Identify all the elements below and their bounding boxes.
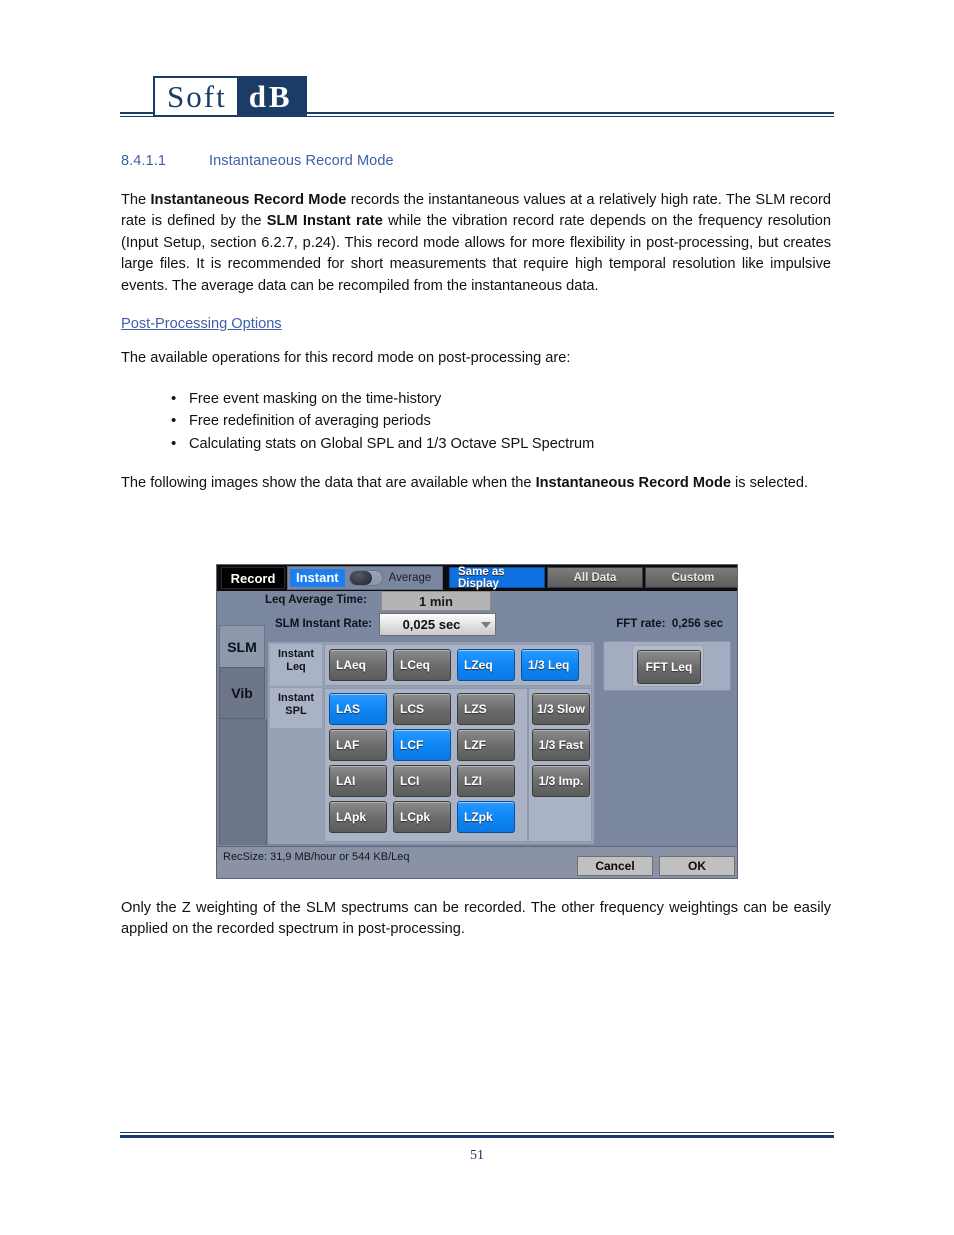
button-lcpk[interactable]: LCpk (393, 801, 451, 833)
document-page: Soft dB 8.4.1.1 Instantaneous Record Mode… (0, 0, 954, 1235)
page-number: 51 (470, 1148, 484, 1163)
button-third-fast[interactable]: 1/3 Fast (532, 729, 590, 761)
p1-bold-2: SLM Instant rate (266, 213, 383, 230)
button-fft-leq[interactable]: FFT Leq (637, 650, 701, 684)
section-number: 8.4.1.1 (121, 153, 167, 169)
record-tab[interactable]: Record (221, 567, 285, 589)
fft-rate-label: FFT rate: (616, 618, 666, 630)
slm-instant-rate-row: SLM Instant Rate: 0,025 sec FFT rate: 0,… (217, 612, 737, 638)
p3-bold: Instantaneous Record Mode (535, 475, 731, 492)
p3-part-c: is selected. (730, 475, 809, 492)
instant-average-toggle[interactable]: Instant Average (287, 566, 443, 590)
cancel-button[interactable]: Cancel (577, 856, 653, 876)
list-item: Free redefinition of averaging periods (171, 409, 831, 433)
list-item: Calculating stats on Global SPL and 1/3 … (171, 432, 831, 456)
chevron-down-icon[interactable] (477, 621, 495, 628)
group-label-line-2: SPL (285, 704, 307, 717)
instant-leq-button-group: LAeq LCeq LZeq 1/3 Leq (324, 644, 592, 686)
list-item: Free event masking on the time-history (171, 387, 831, 411)
logo-text-soft: Soft (155, 78, 237, 115)
toggle-switch-knob[interactable] (348, 570, 383, 586)
p3-part-a: The following images show the data that … (121, 475, 536, 492)
dialog-top-bar: Record Instant Average Same as Display A… (217, 565, 737, 591)
paragraph-intro: The Instantaneous Record Mode records th… (121, 190, 831, 297)
slm-instant-rate-value: 0,025 sec (402, 617, 461, 632)
button-lzeq[interactable]: LZeq (457, 649, 515, 681)
group-label-line-2: Leq (286, 660, 306, 673)
section-title: Instantaneous Record Mode (209, 153, 394, 169)
p1-part-a: The (121, 192, 151, 208)
button-laf[interactable]: LAF (329, 729, 387, 761)
group-label-instant-spl: Instant SPL (270, 688, 322, 728)
group-label-line-1: Instant (277, 692, 315, 704)
logo-text-db: dB (236, 78, 305, 115)
paragraph-following-images: The following images show the data that … (121, 473, 831, 494)
button-lzf[interactable]: LZF (457, 729, 515, 761)
tab-all-data[interactable]: All Data (547, 567, 643, 588)
sidebar-filler (219, 719, 267, 845)
leq-average-time-field[interactable]: 1 min (381, 591, 491, 611)
sidebar-tab-vib[interactable]: Vib (219, 667, 265, 719)
slm-instant-rate-dropdown[interactable]: 0,025 sec (379, 613, 496, 636)
leq-average-time-label: Leq Average Time: (265, 594, 367, 606)
fft-button-group: FFT Leq (632, 645, 704, 687)
button-lzi[interactable]: LZI (457, 765, 515, 797)
sidebar-tab-slm[interactable]: SLM (219, 625, 265, 667)
footer-divider (120, 1132, 834, 1138)
fft-panel: FFT Leq (603, 641, 731, 691)
recsize-status: RecSize: 31,9 MB/hour or 544 KB/Leq (223, 851, 410, 863)
button-third-imp[interactable]: 1/3 Imp. (532, 765, 590, 797)
post-processing-options-heading: Post-Processing Options (121, 316, 282, 333)
group-label-instant-leq: Instant Leq (270, 644, 322, 686)
fft-rate-readout: FFT rate: 0,256 sec (616, 618, 723, 630)
button-lzs[interactable]: LZS (457, 693, 515, 725)
button-lai[interactable]: LAI (329, 765, 387, 797)
button-laeq[interactable]: LAeq (329, 649, 387, 681)
tab-same-as-display[interactable]: Same as Display (449, 566, 545, 590)
slm-instant-rate-label: SLM Instant Rate: (275, 618, 373, 630)
button-third-slow[interactable]: 1/3 Slow (532, 693, 590, 725)
instant-spl-button-group: LAS LCS LZS LAF LCF LZF LAI LCI LZI LApk… (324, 688, 528, 842)
third-octave-button-group: 1/3 Slow 1/3 Fast 1/3 Imp. (528, 688, 592, 842)
softdb-logo: Soft dB (153, 76, 307, 117)
document-body: The Instantaneous Record Mode records th… (121, 190, 831, 513)
p1-bold-1: Instantaneous Record Mode (150, 192, 347, 208)
button-lcf[interactable]: LCF (393, 729, 451, 761)
button-lzpk[interactable]: LZpk (457, 801, 515, 833)
tab-custom[interactable]: Custom (645, 567, 737, 588)
button-lcs[interactable]: LCS (393, 693, 451, 725)
toggle-label-instant[interactable]: Instant (290, 569, 345, 587)
button-lci[interactable]: LCI (393, 765, 451, 797)
page-header: Soft dB (120, 68, 834, 128)
section-heading: 8.4.1.1 Instantaneous Record Mode (121, 153, 394, 169)
data-scope-tabs: Same as Display All Data Custom (449, 566, 737, 590)
record-setup-dialog: Record Instant Average Same as Display A… (217, 565, 737, 878)
button-las[interactable]: LAS (329, 693, 387, 725)
leq-average-time-row: Leq Average Time: 1 min (217, 591, 737, 612)
group-label-line-1: Instant (277, 648, 315, 660)
paragraph-z-weighting: Only the Z weighting of the SLM spectrum… (121, 900, 831, 938)
paragraph-available-ops: The available operations for this record… (121, 350, 571, 367)
fft-rate-value: 0,256 sec (671, 618, 723, 630)
button-third-leq[interactable]: 1/3 Leq (521, 649, 579, 681)
toggle-label-average[interactable]: Average (389, 572, 432, 584)
dialog-footer: RecSize: 31,9 MB/hour or 544 KB/Leq Canc… (217, 846, 737, 878)
subheading-row: Post-Processing Options (121, 315, 831, 348)
button-lapk[interactable]: LApk (329, 801, 387, 833)
measurement-selection-panel: Instant Leq LAeq LCeq LZeq 1/3 Leq Insta… (267, 641, 595, 845)
button-lceq[interactable]: LCeq (393, 649, 451, 681)
post-processing-list: Free event masking on the time-history F… (121, 387, 831, 456)
ok-button[interactable]: OK (659, 856, 735, 876)
document-body-after-image: Only the Z weighting of the SLM spectrum… (121, 898, 831, 959)
